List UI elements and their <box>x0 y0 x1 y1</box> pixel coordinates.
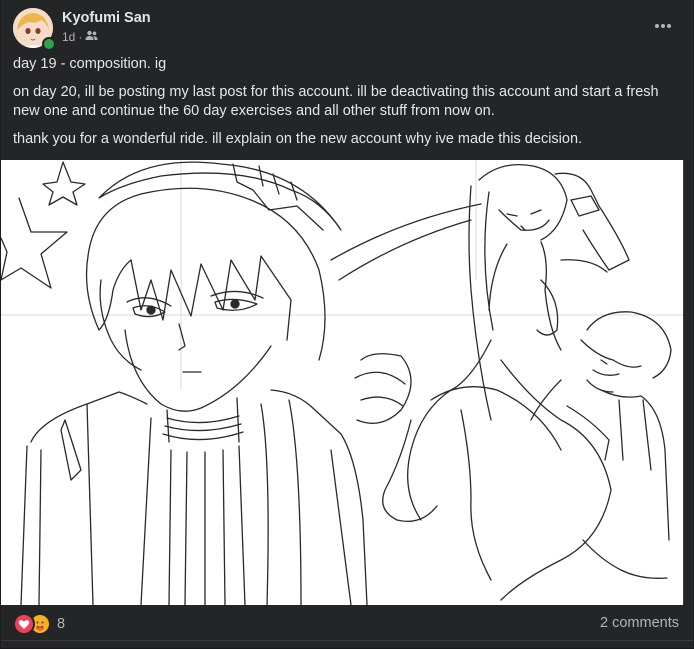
more-options-button[interactable] <box>647 10 679 42</box>
post-card: Kyofumi San 1d · day 19 - composition. i <box>0 0 694 648</box>
post-paragraph: on day 20, ill be posting my last post f… <box>13 84 659 119</box>
more-options-icon <box>655 24 671 28</box>
reaction-count[interactable]: 8 <box>57 616 65 632</box>
post-time[interactable]: 1d <box>62 30 75 44</box>
post-text: day 19 - composition. ig on day 20, ill … <box>13 55 679 158</box>
reactions-summary[interactable]: 8 <box>13 613 65 635</box>
post-meta: 1d · <box>62 30 98 44</box>
online-status-dot <box>42 37 56 51</box>
sketch-artwork <box>1 160 683 605</box>
post-footer: 8 2 comments <box>13 610 681 640</box>
post-paragraph: day 19 - composition. ig <box>13 56 167 72</box>
post-paragraph: thank you for a wonderful ride. ill expl… <box>13 131 583 147</box>
meta-separator: · <box>78 30 83 44</box>
post-header: Kyofumi San 1d · <box>13 6 681 51</box>
love-reaction-icon <box>13 613 35 635</box>
comments-count-link[interactable]: 2 comments <box>600 615 679 631</box>
author-name[interactable]: Kyofumi San <box>62 10 151 26</box>
friends-icon[interactable] <box>85 30 98 44</box>
post-image[interactable] <box>1 160 684 605</box>
